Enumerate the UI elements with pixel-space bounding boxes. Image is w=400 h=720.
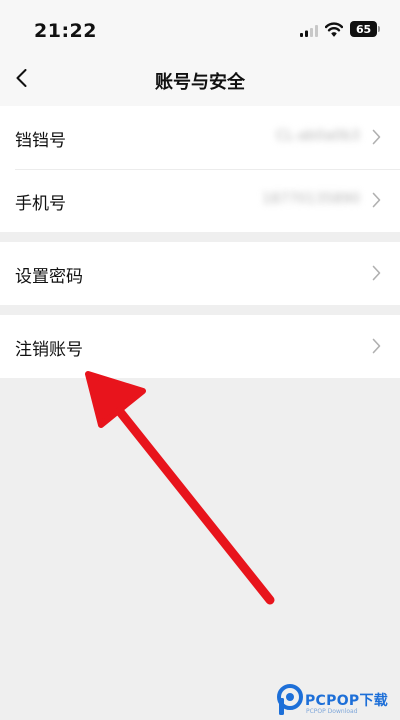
list-item-account-id[interactable]: 铛铛号 CL-ab0a0b3 <box>0 106 400 169</box>
list-item-label: 注销账号 <box>15 340 83 360</box>
chevron-right-icon <box>372 338 381 354</box>
password-group: 设置密码 <box>0 242 400 305</box>
list-item-label: 手机号 <box>15 194 66 214</box>
signal-icon <box>300 25 318 37</box>
watermark: PCPOP下载 PCPOP Download <box>276 684 400 720</box>
status-bar: 21:22 65 <box>0 0 400 50</box>
account-info-group: 铛铛号 CL-ab0a0b3 手机号 18770135890 <box>0 106 400 232</box>
list-item-set-password[interactable]: 设置密码 <box>0 242 400 305</box>
battery-level: 65 <box>356 22 371 36</box>
watermark-sub: PCPOP Download <box>306 708 358 715</box>
page-title: 账号与安全 <box>155 72 245 93</box>
watermark-brand: PCPOP下载 <box>305 693 389 709</box>
chevron-right-icon <box>372 192 381 208</box>
nav-bar: 账号与安全 <box>0 50 400 106</box>
list-item-label: 设置密码 <box>15 267 83 287</box>
pcpop-logo-icon <box>277 684 303 715</box>
chevron-right-icon <box>372 129 381 145</box>
battery-icon: 65 <box>350 21 380 37</box>
phone-value: 18770135890 <box>262 191 360 207</box>
list-item-delete-account[interactable]: 注销账号 <box>0 315 400 378</box>
account-id-value: CL-ab0a0b3 <box>275 128 360 144</box>
wifi-icon <box>325 22 343 37</box>
list-item-label: 铛铛号 <box>15 131 66 151</box>
delete-account-group: 注销账号 <box>0 315 400 378</box>
chevron-right-icon <box>372 265 381 281</box>
list-item-phone[interactable]: 手机号 18770135890 <box>0 169 400 232</box>
status-time: 21:22 <box>34 20 97 42</box>
